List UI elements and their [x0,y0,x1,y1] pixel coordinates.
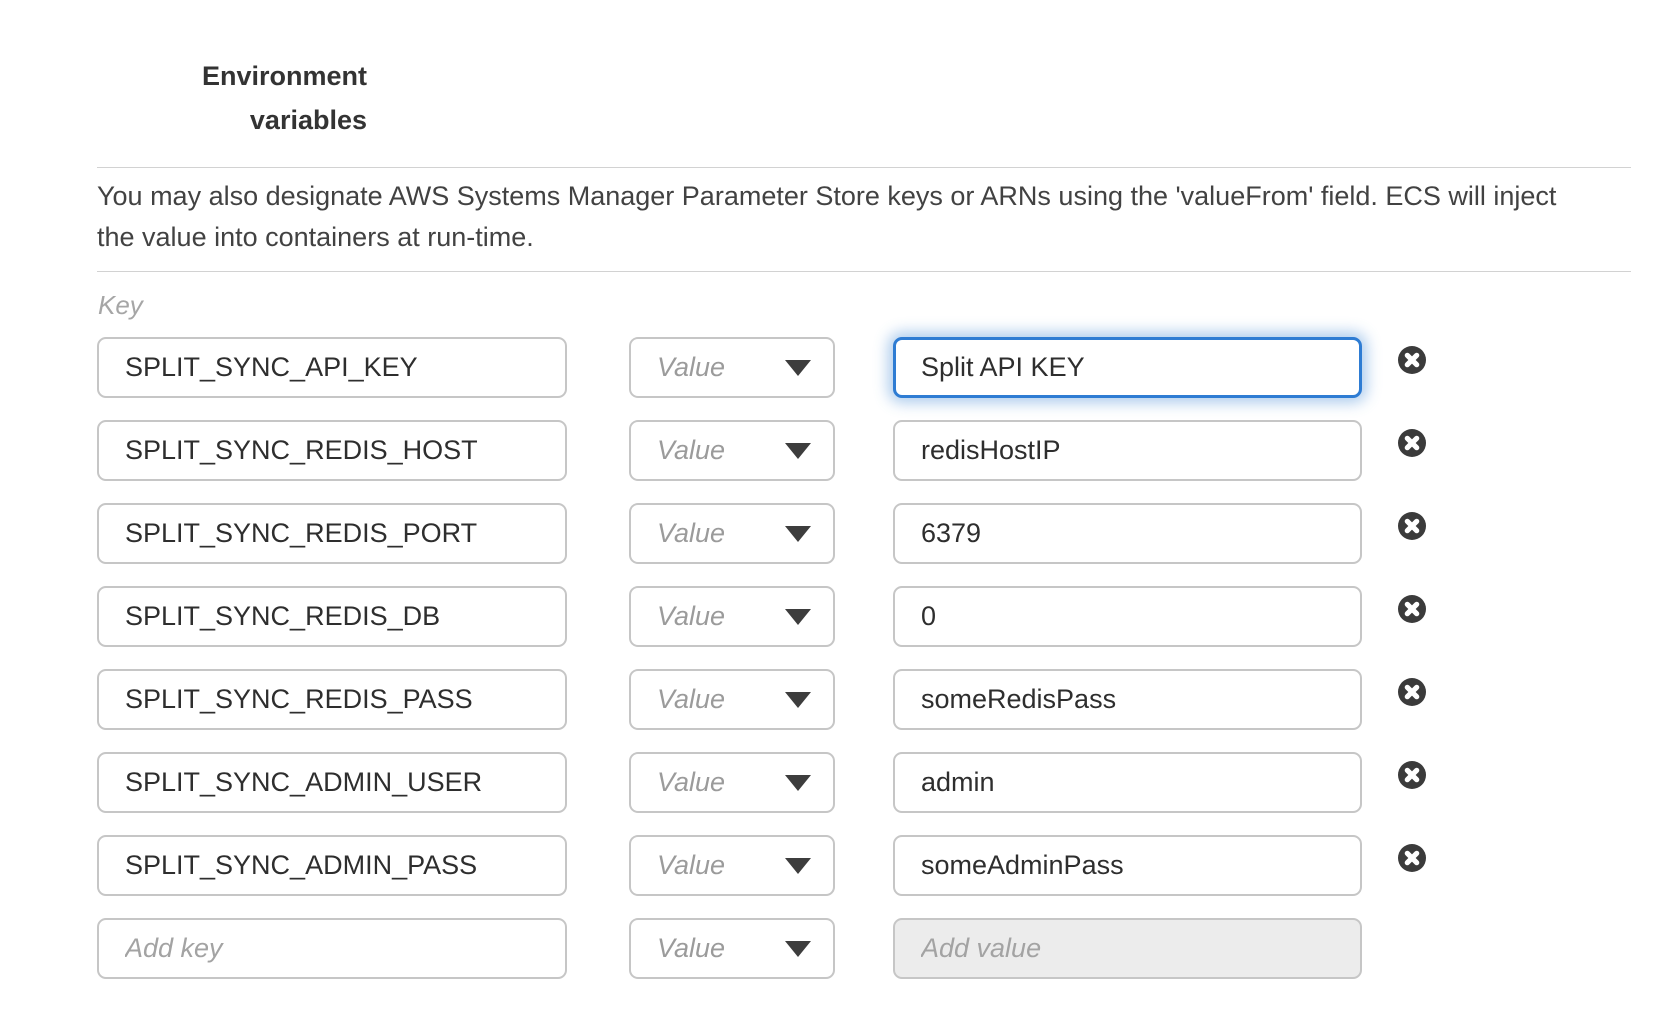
value-input[interactable] [893,503,1362,564]
env-var-row: Value [97,586,1426,647]
key-input[interactable] [97,752,567,813]
remove-row-button[interactable] [1398,678,1426,706]
circle-x-icon [1398,429,1426,457]
value-type-label: Value [657,518,725,549]
caret-down-icon [785,692,811,708]
value-type-dropdown[interactable]: Value [629,420,835,481]
value-input[interactable] [893,752,1362,813]
circle-x-icon [1398,678,1426,706]
value-input[interactable] [893,835,1362,896]
value-type-label: Value [657,767,725,798]
description-text: You may also designate AWS Systems Manag… [97,176,1592,258]
add-env-var-row: Value [97,918,1426,979]
value-type-label: Value [657,435,725,466]
value-type-label: Value [657,352,725,383]
value-input[interactable] [893,586,1362,647]
env-var-row: Value [97,337,1426,398]
caret-down-icon [785,941,811,957]
remove-row-button[interactable] [1398,346,1426,374]
value-type-dropdown[interactable]: Value [629,835,835,896]
key-input[interactable] [97,586,567,647]
env-var-row: Value [97,752,1426,813]
value-type-dropdown[interactable]: Value [629,503,835,564]
value-type-label: Value [657,601,725,632]
value-input[interactable] [893,420,1362,481]
value-input[interactable] [893,337,1362,398]
env-var-row: Value [97,420,1426,481]
key-input[interactable] [97,669,567,730]
caret-down-icon [785,443,811,459]
env-var-row: Value [97,835,1426,896]
value-input[interactable] [893,669,1362,730]
value-type-label: Value [657,684,725,715]
circle-x-icon [1398,595,1426,623]
value-type-label: Value [657,850,725,881]
value-type-dropdown[interactable]: Value [629,337,835,398]
key-input[interactable] [97,420,567,481]
caret-down-icon [785,609,811,625]
env-var-row: Value [97,503,1426,564]
caret-down-icon [785,775,811,791]
remove-row-button[interactable] [1398,595,1426,623]
value-type-dropdown[interactable]: Value [629,752,835,813]
circle-x-icon [1398,346,1426,374]
key-column-label: Key [98,290,143,321]
caret-down-icon [785,360,811,376]
remove-row-button[interactable] [1398,844,1426,872]
divider [97,167,1631,168]
circle-x-icon [1398,844,1426,872]
remove-row-button[interactable] [1398,429,1426,457]
add-value-input[interactable] [893,918,1362,979]
remove-row-button[interactable] [1398,761,1426,789]
value-type-dropdown[interactable]: Value [629,918,835,979]
value-type-dropdown[interactable]: Value [629,586,835,647]
value-type-dropdown[interactable]: Value [629,669,835,730]
env-var-row: Value [97,669,1426,730]
divider [97,271,1631,272]
caret-down-icon [785,858,811,874]
circle-x-icon [1398,761,1426,789]
remove-row-button[interactable] [1398,512,1426,540]
environment-variables-label: Environment variables [147,54,367,142]
circle-x-icon [1398,512,1426,540]
add-key-input[interactable] [97,918,567,979]
key-input[interactable] [97,835,567,896]
key-input[interactable] [97,503,567,564]
caret-down-icon [785,526,811,542]
key-input[interactable] [97,337,567,398]
value-type-label: Value [657,933,725,964]
env-var-rows: Value Value [97,337,1426,1001]
